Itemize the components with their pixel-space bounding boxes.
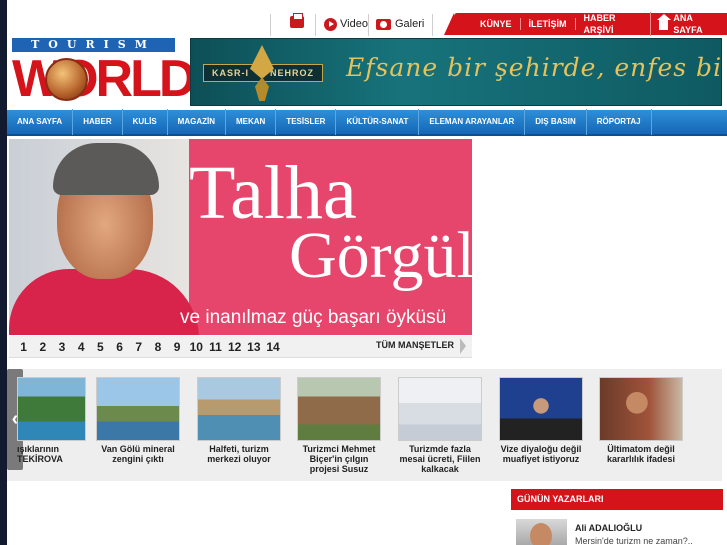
nav-item-roportaj[interactable]: RÖPORTAJ [587,109,652,135]
kunye-link[interactable]: KÜNYE [454,18,521,30]
home-icon [656,14,671,30]
ana-sayfa-link[interactable]: ANA SAYFA [651,12,727,36]
carousel-item-caption: Halfeti, turizm merkezi oluyor [207,444,271,464]
print-icon[interactable] [290,13,304,28]
camera-icon [376,18,391,30]
all-headlines-link[interactable]: TÜM MANŞETLER [376,338,466,354]
top-utility-bar: Video Galeri KÜNYE İLETİŞİM HABER ARŞİVİ… [7,10,727,36]
galeri-label: Galeri [395,18,425,30]
main-navigation: ANA SAYFA HABER KULİS MAGAZİN MEKAN TESİ… [7,109,727,136]
logo-world-text: WORLD [12,50,196,108]
banner-brand-left: KASR-I [212,68,249,78]
carousel-item-caption: Vize diyaloğu değil muafiyet istiyoruz [500,444,582,464]
page-left-edge [0,0,7,545]
headline-photo [9,139,199,335]
writer-name[interactable]: Ali ADALIOĞLU [575,523,642,533]
pager-page[interactable]: 11 [206,340,225,354]
daily-writers-heading: GÜNÜN YAZARLARI [511,489,723,510]
carousel-item-caption: Ültimatom değil kararlılık ifadesi [606,444,676,464]
top-red-link-bar: KÜNYE İLETİŞİM HABER ARŞİVİ ANA SAYFA [444,12,727,36]
nav-item-magazin[interactable]: MAGAZİN [168,109,226,135]
nav-item-eleman-arayanlar[interactable]: ELEMAN ARAYANLAR [419,109,526,135]
carousel-item-photo [599,377,683,441]
carousel-item-caption: ışıklarının TEKİROVA [17,444,63,464]
pager-page[interactable]: 5 [91,340,110,354]
pager-page[interactable]: 13 [244,340,263,354]
carousel-item[interactable]: ışıklarının TEKİROVA [17,377,86,464]
nav-item-dis-basin[interactable]: DIŞ BASIN [525,109,587,135]
carousel-item-caption: Turizmci Mehmet Biçer'in çılgın projesi … [302,444,376,474]
headline-pager: 1 2 3 4 5 6 7 8 9 10 11 12 13 14 TÜM MAN… [9,336,472,358]
ana-sayfa-label: ANA SAYFA [673,13,703,35]
galeri-link[interactable]: Galeri [376,14,424,34]
writer-article-title[interactable]: Mersin'de turizm ne zaman?.. [575,536,693,545]
nav-item-haber[interactable]: HABER [73,109,123,135]
pager-page[interactable]: 6 [110,340,129,354]
carousel-item-caption: Van Gölü mineral zengini çıktı [101,444,175,464]
carousel-item-photo [197,377,281,441]
pager-page[interactable]: 1 [14,340,33,354]
carousel-item-caption: Turizmde fazla mesai ücreti, Fiilen kalk… [399,444,481,474]
carousel-item-photo [297,377,381,441]
pager-page[interactable]: 4 [72,340,91,354]
pager-page[interactable]: 2 [33,340,52,354]
headline-subtitle: ve inanılmaz güç başarı öyküsü [180,307,447,328]
play-icon [324,17,337,31]
video-link[interactable]: Video [324,14,368,34]
carousel-item[interactable]: Ültimatom değil kararlılık ifadesi [599,377,683,464]
globe-icon [45,58,88,101]
pager-page[interactable]: 14 [263,340,282,354]
pager-page[interactable]: 10 [187,340,206,354]
pager-page[interactable]: 9 [168,340,187,354]
nav-item-ana-sayfa[interactable]: ANA SAYFA [7,109,74,135]
pager-page[interactable]: 12 [225,340,244,354]
banner-emblem-icon [249,41,275,103]
carousel-item[interactable]: Van Gölü mineral zengini çıktı [96,377,180,464]
haber-arsivi-link[interactable]: HABER ARŞİVİ [576,12,651,36]
pager-page[interactable]: 8 [148,340,167,354]
carousel-item[interactable]: Turizmci Mehmet Biçer'in çılgın projesi … [297,377,381,474]
headline-slider[interactable]: Talha Görgülü ve inanılmaz güç başarı öy… [9,139,472,335]
carousel-item-photo [499,377,583,441]
carousel-item[interactable]: Turizmde fazla mesai ücreti, Fiilen kalk… [398,377,482,474]
writer-avatar[interactable] [516,519,567,545]
nav-item-mekan[interactable]: MEKAN [226,109,277,135]
iletisim-link[interactable]: İLETİŞİM [521,18,576,30]
carousel-item[interactable]: Halfeti, turizm merkezi oluyor [197,377,281,464]
carousel-item[interactable]: Vize diyaloğu değil muafiyet istiyoruz [499,377,583,464]
nav-item-kultur-sanat[interactable]: KÜLTÜR-SANAT [336,109,420,135]
pager-page[interactable]: 7 [129,340,148,354]
banner-advertisement[interactable]: KASR-I NEHROZ Efsane bir şehirde, enfes … [190,38,722,106]
news-carousel: ‹ ışıklarının TEKİROVA Van Gölü mineral … [7,369,722,481]
pager-page[interactable]: 3 [52,340,71,354]
banner-tagline: Efsane bir şehirde, enfes bir tatil... [346,53,722,82]
headline-name-line2: Görgülü [289,219,472,292]
carousel-item-photo [17,377,86,441]
nav-item-kulis[interactable]: KULİS [123,109,168,135]
carousel-item-photo [398,377,482,441]
video-label: Video [340,18,368,30]
nav-item-tesisler[interactable]: TESİSLER [276,109,337,135]
banner-brand-right: NEHROZ [270,68,314,78]
carousel-item-photo [96,377,180,441]
site-logo[interactable]: TOURISM WORLD [12,38,196,106]
